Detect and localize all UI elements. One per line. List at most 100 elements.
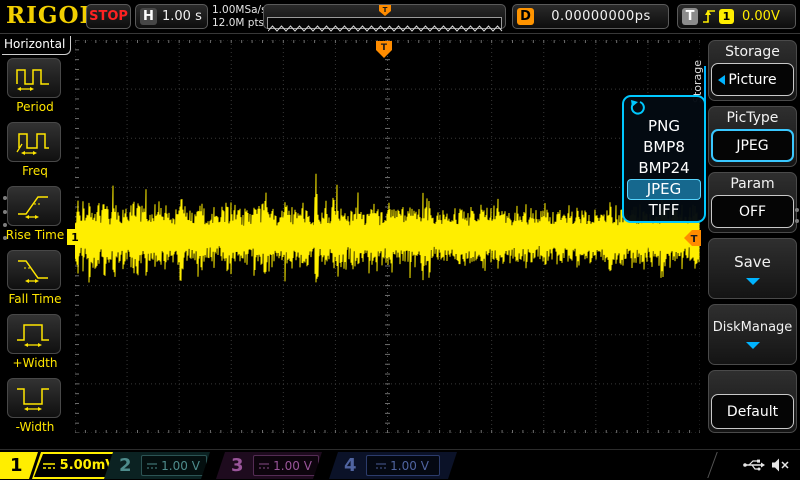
menu-item-freq[interactable]	[7, 122, 61, 162]
softkey-pictype-value[interactable]: JPEG	[711, 129, 794, 162]
dropdown-arrow-icon	[746, 342, 760, 349]
dc-coupling-icon	[376, 462, 386, 470]
topbar-divider	[0, 33, 800, 34]
softkey-default[interactable]: Default	[708, 370, 797, 433]
channel-1-position-marker-icon: 1	[67, 229, 91, 245]
default-value: Default	[727, 404, 778, 420]
pictype-popup: PNG BMP8 BMP24 JPEG TIFF	[622, 95, 706, 223]
preview-window	[267, 17, 502, 29]
svg-text:T: T	[381, 43, 388, 53]
acquisition-info: 1.00MSa/s 12.0M pts	[212, 4, 267, 29]
param-value: OFF	[739, 204, 766, 220]
channel-1-number: 1	[10, 455, 23, 476]
statusbar-divider	[707, 452, 717, 478]
menu-label-freq: Freq	[0, 164, 70, 178]
scroll-dot	[795, 219, 799, 223]
softkey-pictype-header: PicType	[709, 107, 796, 128]
plus-width-icon	[15, 320, 53, 348]
softkey-default-value[interactable]: Default	[711, 394, 794, 429]
softkey-param[interactable]: Param OFF	[708, 172, 797, 233]
softkey-storage[interactable]: Storage Picture	[708, 40, 797, 101]
menu-item-fall-time[interactable]	[7, 250, 61, 290]
softkey-storage-header: Storage	[709, 41, 796, 62]
channel-4-scale: 1.00 V	[390, 459, 429, 473]
menu-item-rise-time[interactable]	[7, 186, 61, 226]
storage-mode-value: Picture	[728, 72, 776, 88]
scroll-dot	[795, 208, 799, 212]
menu-item-plus-width[interactable]	[7, 314, 61, 354]
back-arrow-icon	[718, 75, 725, 85]
bottombar-divider	[0, 449, 800, 450]
menu-item-minus-width[interactable]	[7, 378, 61, 418]
rise-time-icon	[15, 192, 53, 220]
rising-edge-icon	[702, 8, 716, 25]
save-label: Save	[734, 253, 771, 271]
sample-rate: 1.00MSa/s	[212, 4, 267, 17]
menu-label-plus-width: +Width	[0, 356, 70, 370]
softkey-storage-value[interactable]: Picture	[711, 63, 794, 96]
timebase-value: 1.00 s	[162, 9, 202, 24]
preview-trigger-marker-icon: T	[379, 5, 391, 17]
left-menu-title: Horizontal	[2, 36, 71, 55]
menu-label-rise-time: Rise Time	[0, 228, 70, 242]
waveform-preview: T	[263, 4, 506, 29]
softkey-diskmanage[interactable]: DiskManage	[708, 304, 797, 365]
memory-depth: 12.0M pts	[212, 17, 267, 30]
channel-3-number: 3	[231, 455, 244, 476]
trigger-level-marker-icon: T	[684, 230, 701, 246]
delay-box: D 0.00000000ps	[512, 4, 669, 29]
freq-icon	[15, 128, 53, 156]
popup-option-jpeg[interactable]: JPEG	[627, 179, 701, 200]
preview-wave	[268, 23, 503, 33]
menu-item-period[interactable]	[7, 58, 61, 98]
menu-label-fall-time: Fall Time	[0, 292, 70, 306]
status-icons	[742, 454, 794, 476]
softkey-pictype[interactable]: PicType JPEG	[708, 106, 797, 167]
channel-1-badge[interactable]: 1	[0, 452, 38, 479]
run-state-indicator: STOP	[86, 4, 131, 29]
channel-4-number: 4	[344, 455, 357, 476]
svg-text:1: 1	[71, 231, 79, 244]
popup-option-tiff[interactable]: TIFF	[630, 200, 698, 221]
trigger-level-value: 0.00V	[742, 9, 780, 24]
timebase-box: H 1.00 s	[135, 4, 208, 29]
run-state-label: STOP	[89, 9, 128, 24]
menu-label-minus-width: -Width	[0, 420, 70, 434]
dc-coupling-icon	[42, 461, 56, 471]
period-icon	[15, 64, 53, 92]
softkey-save[interactable]: Save	[708, 238, 797, 299]
svg-text:T: T	[691, 234, 698, 245]
menu-label-period: Period	[0, 100, 70, 114]
svg-text:T: T	[382, 6, 387, 14]
channel-4-chip[interactable]: 4 1.00 V	[329, 452, 457, 479]
speaker-muted-icon	[772, 459, 788, 472]
rigol-logo: RIGOL	[6, 2, 97, 29]
channel-2-chip[interactable]: 2 1.00 V	[104, 452, 210, 479]
trigger-badge: T	[682, 8, 698, 25]
usb-icon	[743, 460, 765, 471]
channel-3-scale: 1.00 V	[273, 459, 312, 473]
delay-value: 0.00000000ps	[534, 9, 668, 24]
trigger-info-box: T 1 0.00V	[677, 4, 796, 29]
horizontal-badge: H	[140, 8, 157, 25]
dc-coupling-icon	[147, 462, 157, 470]
scroll-dot	[3, 223, 7, 227]
popup-option-png[interactable]: PNG	[630, 116, 698, 137]
softkey-param-header: Param	[709, 173, 796, 194]
dc-coupling-icon	[259, 462, 269, 470]
channel-2-scale: 1.00 V	[161, 459, 200, 473]
channel-2-number: 2	[119, 455, 132, 476]
channel-3-chip[interactable]: 3 1.00 V	[216, 452, 322, 479]
popup-option-bmp24[interactable]: BMP24	[630, 158, 698, 179]
popup-option-bmp8[interactable]: BMP8	[630, 137, 698, 158]
trigger-position-marker-icon: T	[376, 41, 393, 59]
rotate-ccw-icon	[629, 100, 648, 116]
softkey-param-value[interactable]: OFF	[711, 195, 794, 228]
minus-width-icon	[15, 384, 53, 412]
diskmanage-label: DiskManage	[713, 320, 793, 335]
pictype-value: JPEG	[736, 138, 768, 154]
fall-time-icon	[15, 256, 53, 284]
delay-badge: D	[517, 8, 534, 25]
trigger-source-badge: 1	[719, 9, 734, 24]
dropdown-arrow-icon	[746, 278, 760, 285]
